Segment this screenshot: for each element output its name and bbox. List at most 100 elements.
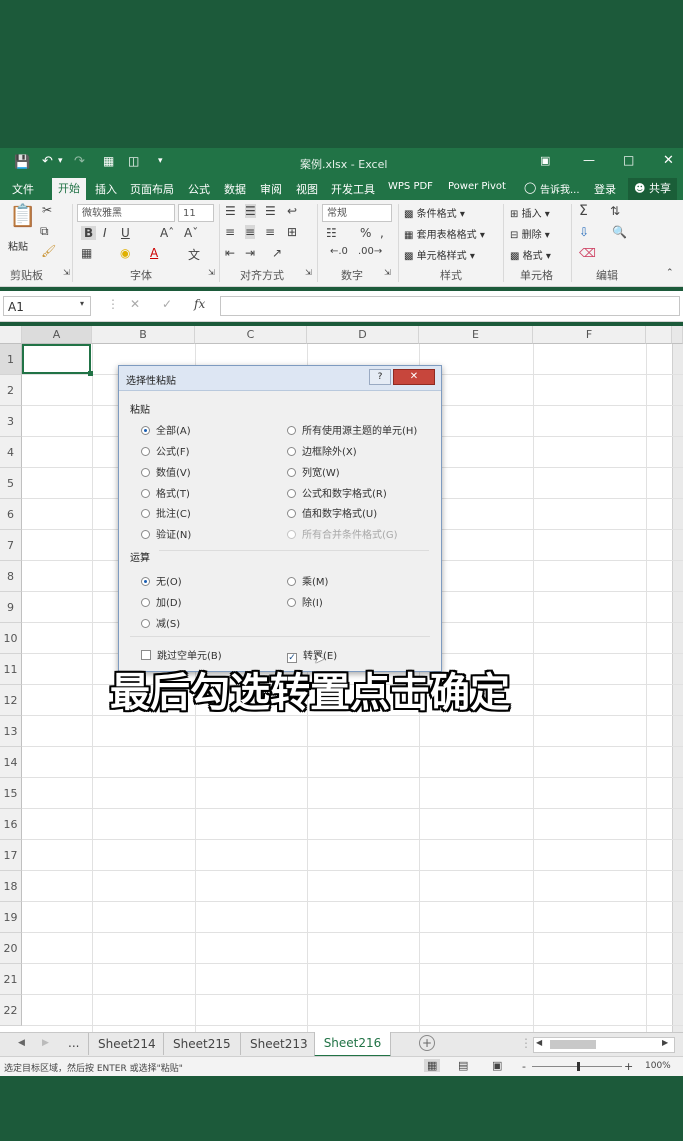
row-header[interactable]: 11 — [0, 654, 22, 685]
cancel-icon[interactable]: ✕ — [130, 297, 140, 311]
tab-file[interactable]: 文件 — [12, 181, 34, 197]
bold-button[interactable]: B — [81, 226, 97, 240]
vertical-scrollbar-top[interactable] — [672, 326, 683, 344]
orientation-icon[interactable]: ↗ — [272, 246, 282, 260]
column-header-d[interactable]: D — [307, 326, 419, 344]
decrease-indent-icon[interactable]: ⇤ — [225, 246, 235, 260]
sheet-tab-215[interactable]: Sheet215 — [173, 1033, 231, 1056]
phonetic-icon[interactable]: 文 — [188, 246, 200, 263]
ribbon-display-icon[interactable]: ▣ — [540, 154, 550, 167]
row-header[interactable]: 21 — [0, 964, 22, 995]
fill-handle[interactable] — [88, 371, 93, 376]
more-sheets-button[interactable]: ... — [68, 1036, 79, 1050]
horizontal-scrollbar[interactable]: ◀ ▶ — [533, 1037, 675, 1053]
paste-icon[interactable]: 📋 — [9, 204, 36, 229]
column-header-f[interactable]: F — [533, 326, 646, 344]
row-header[interactable]: 15 — [0, 778, 22, 809]
row-header[interactable]: 22 — [0, 995, 22, 1026]
format-painter-icon[interactable]: 🖌 — [41, 244, 56, 258]
minimize-icon[interactable]: — — [583, 153, 595, 167]
column-header-a[interactable]: A — [22, 326, 92, 344]
sheet-tab-214[interactable]: Sheet214 — [98, 1033, 156, 1056]
merge-center-icon[interactable]: ⊞ — [287, 225, 297, 239]
tab-data[interactable]: 数据 — [224, 181, 246, 197]
borders-icon[interactable]: ▦ — [81, 246, 92, 260]
radio-paste-values[interactable]: 数值(V) — [141, 464, 191, 479]
tab-view[interactable]: 视图 — [296, 181, 318, 197]
row-header[interactable]: 6 — [0, 499, 22, 530]
undo-icon[interactable]: ↶ — [42, 154, 53, 169]
row-header[interactable]: 16 — [0, 809, 22, 840]
tab-wps-pdf[interactable]: WPS PDF — [388, 181, 433, 192]
tell-me-search[interactable]: 告诉我... — [540, 181, 580, 196]
zoom-in-button[interactable]: + — [624, 1060, 633, 1073]
radio-op-subtract[interactable]: 减(S) — [141, 615, 180, 630]
radio-paste-validation[interactable]: 验证(N) — [141, 526, 191, 541]
page-layout-view-icon[interactable]: ▤ — [458, 1059, 468, 1072]
name-box-dropdown-icon[interactable]: ▾ — [80, 299, 84, 308]
number-format-box[interactable]: 常规 — [322, 204, 392, 222]
select-all-corner[interactable] — [0, 326, 22, 344]
italic-button[interactable]: I — [103, 226, 107, 240]
sheet-tab-216-active[interactable]: Sheet216 — [314, 1032, 391, 1057]
radio-paste-comments[interactable]: 批注(C) — [141, 505, 191, 520]
column-header-extra[interactable] — [646, 326, 672, 344]
zoom-out-button[interactable]: - — [522, 1060, 526, 1073]
close-icon[interactable]: ✕ — [663, 153, 674, 168]
format-cells-button[interactable]: ▩ 格式 ▾ — [510, 247, 551, 262]
column-header-b[interactable]: B — [92, 326, 195, 344]
row-header[interactable]: 1 — [0, 344, 22, 375]
row-header[interactable]: 18 — [0, 871, 22, 902]
customize-icon[interactable]: ▾ — [158, 156, 163, 166]
radio-op-add[interactable]: 加(D) — [141, 594, 182, 609]
selected-cell-a1[interactable] — [22, 344, 91, 374]
fill-color-icon[interactable]: ◉ — [120, 246, 130, 260]
radio-paste-column-widths[interactable]: 列宽(W) — [287, 464, 340, 479]
help-button[interactable]: ? — [369, 369, 391, 385]
find-select-icon[interactable]: 🔍 — [612, 225, 627, 239]
sign-in-link[interactable]: 登录 — [594, 181, 616, 197]
radio-paste-source-theme[interactable]: 所有使用源主题的单元(H) — [287, 422, 417, 437]
row-header[interactable]: 3 — [0, 406, 22, 437]
scroll-right-icon[interactable]: ▶ — [662, 1038, 668, 1047]
cell-styles-button[interactable]: ▩ 单元格样式 ▾ — [404, 247, 475, 262]
radio-paste-no-borders[interactable]: 边框除外(X) — [287, 443, 357, 458]
radio-paste-formulas-numbers[interactable]: 公式和数字格式(R) — [287, 485, 387, 500]
insert-function-button[interactable]: fx — [194, 297, 205, 311]
form-icon[interactable]: ▦ — [103, 154, 114, 168]
row-header[interactable]: 8 — [0, 561, 22, 592]
radio-paste-values-numbers[interactable]: 值和数字格式(U) — [287, 505, 377, 520]
autosum-icon[interactable]: Σ — [579, 203, 588, 219]
row-header[interactable]: 12 — [0, 685, 22, 716]
paste-button[interactable]: 粘贴 — [8, 238, 28, 253]
fill-icon[interactable]: ⇩ — [579, 225, 589, 239]
align-center-icon[interactable]: ≡ — [245, 225, 256, 239]
align-top-icon[interactable]: ☰ — [225, 204, 236, 218]
underline-button[interactable]: U — [121, 226, 130, 240]
alignment-launcher-icon[interactable]: ⇲ — [305, 268, 312, 277]
font-name-box[interactable]: 微软雅黑 — [77, 204, 175, 222]
font-color-icon[interactable]: A — [150, 246, 158, 260]
increase-decimal-icon[interactable]: ←.0 — [330, 246, 348, 257]
maximize-icon[interactable]: □ — [623, 153, 634, 167]
scroll-left-icon[interactable]: ◀ — [536, 1038, 542, 1047]
row-header[interactable]: 2 — [0, 375, 22, 406]
wrap-text-icon[interactable]: ↩ — [287, 204, 297, 218]
tab-page-layout[interactable]: 页面布局 — [130, 181, 174, 197]
redo-icon[interactable]: ↷ — [74, 154, 85, 169]
accounting-format-icon[interactable]: ☷ — [326, 226, 337, 240]
name-box[interactable]: A1 — [3, 296, 91, 316]
normal-view-icon[interactable]: ▦ — [424, 1059, 441, 1072]
column-header-c[interactable]: C — [195, 326, 307, 344]
align-right-icon[interactable]: ≡ — [265, 225, 275, 239]
format-as-table-button[interactable]: ▦ 套用表格格式 ▾ — [404, 226, 485, 241]
vertical-scrollbar[interactable] — [672, 344, 683, 1032]
font-size-box[interactable]: 11 — [178, 204, 214, 222]
row-header[interactable]: 19 — [0, 902, 22, 933]
align-left-icon[interactable]: ≡ — [225, 225, 235, 239]
increase-indent-icon[interactable]: ⇥ — [245, 246, 255, 260]
insert-cells-button[interactable]: ⊞ 插入 ▾ — [510, 205, 550, 220]
align-middle-icon[interactable]: ☰ — [245, 204, 256, 218]
font-grow-icon[interactable]: Aˆ — [160, 226, 174, 240]
decrease-decimal-icon[interactable]: .00→ — [358, 246, 382, 257]
